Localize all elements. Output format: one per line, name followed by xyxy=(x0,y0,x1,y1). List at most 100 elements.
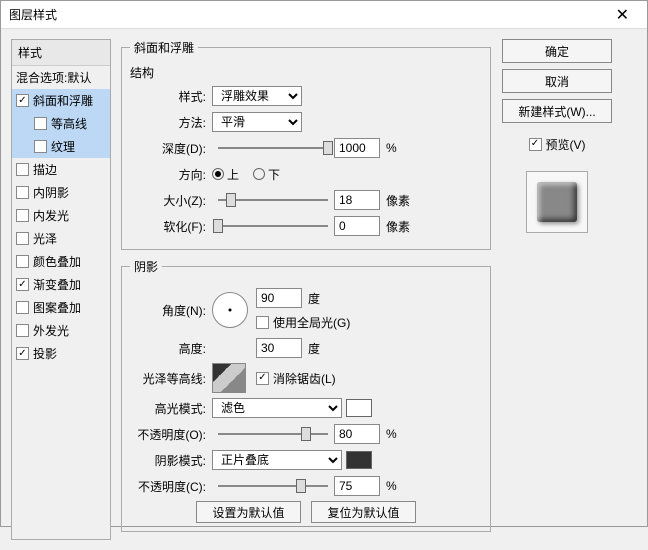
style-checkbox[interactable] xyxy=(16,94,29,107)
opacity2-slider[interactable] xyxy=(218,478,328,494)
ok-button[interactable]: 确定 xyxy=(502,39,612,63)
style-item-内发光[interactable]: 内发光 xyxy=(12,204,110,227)
depth-slider[interactable] xyxy=(218,140,328,156)
opacity2-unit: % xyxy=(386,479,397,493)
altitude-input[interactable] xyxy=(256,338,302,358)
style-checkbox[interactable] xyxy=(16,209,29,222)
styles-list: 样式 混合选项:默认 斜面和浮雕等高线纹理描边内阴影内发光光泽颜色叠加渐变叠加图… xyxy=(11,39,111,540)
dir-up-radio[interactable] xyxy=(212,168,224,180)
style-item-等高线[interactable]: 等高线 xyxy=(12,112,110,135)
depth-unit: % xyxy=(386,141,397,155)
blend-defaults-label: 混合选项:默认 xyxy=(16,69,91,86)
altitude-unit: 度 xyxy=(308,340,320,357)
antialias-checkbox[interactable] xyxy=(256,372,269,385)
bevel-group: 斜面和浮雕 结构 样式: 浮雕效果 方法: 平滑 深度(D): % 方向: 上 xyxy=(121,39,491,250)
depth-input[interactable] xyxy=(334,138,380,158)
size-unit: 像素 xyxy=(386,192,410,209)
shade-group: 阴影 角度(N): 度 使用全局光(G) 高度: xyxy=(121,258,491,532)
opacity1-input[interactable] xyxy=(334,424,380,444)
style-item-渐变叠加[interactable]: 渐变叠加 xyxy=(12,273,110,296)
style-item-图案叠加[interactable]: 图案叠加 xyxy=(12,296,110,319)
new-style-button[interactable]: 新建样式(W)... xyxy=(502,99,612,123)
opacity2-input[interactable] xyxy=(334,476,380,496)
preview-label: 预览(V) xyxy=(546,136,586,153)
highlight-mode-label: 高光模式: xyxy=(130,400,212,417)
style-item-label: 等高线 xyxy=(51,115,87,132)
opacity2-label: 不透明度(C): xyxy=(130,478,212,495)
preview-checkbox[interactable] xyxy=(529,138,542,151)
style-checkbox[interactable] xyxy=(16,278,29,291)
close-icon[interactable]: ✕ xyxy=(606,1,639,29)
shadow-color-swatch[interactable] xyxy=(346,451,372,469)
style-checkbox[interactable] xyxy=(16,324,29,337)
contour-picker[interactable] xyxy=(212,363,246,393)
style-item-label: 内阴影 xyxy=(33,184,69,201)
soften-unit: 像素 xyxy=(386,218,410,235)
angle-unit: 度 xyxy=(308,290,320,307)
style-checkbox[interactable] xyxy=(16,255,29,268)
angle-input[interactable] xyxy=(256,288,302,308)
window-title: 图层样式 xyxy=(9,6,57,23)
size-slider[interactable] xyxy=(218,192,328,208)
method-select[interactable]: 平滑 xyxy=(212,112,302,132)
main-panel: 斜面和浮雕 结构 样式: 浮雕效果 方法: 平滑 深度(D): % 方向: 上 xyxy=(121,39,491,540)
shade-legend: 阴影 xyxy=(130,258,162,275)
contour-label: 光泽等高线: xyxy=(130,370,212,387)
soften-input[interactable] xyxy=(334,216,380,236)
right-panel: 确定 取消 新建样式(W)... 预览(V) xyxy=(501,39,613,540)
style-checkbox[interactable] xyxy=(16,347,29,360)
style-item-内阴影[interactable]: 内阴影 xyxy=(12,181,110,204)
angle-dial[interactable] xyxy=(212,292,248,328)
style-item-label: 渐变叠加 xyxy=(33,276,81,293)
style-item-纹理[interactable]: 纹理 xyxy=(12,135,110,158)
shadow-mode-select[interactable]: 正片叠底 xyxy=(212,450,342,470)
style-checkbox[interactable] xyxy=(16,301,29,314)
style-item-描边[interactable]: 描边 xyxy=(12,158,110,181)
soften-slider[interactable] xyxy=(218,218,328,234)
altitude-label: 高度: xyxy=(130,340,212,357)
size-input[interactable] xyxy=(334,190,380,210)
style-checkbox[interactable] xyxy=(16,163,29,176)
bevel-preview-icon xyxy=(537,182,577,222)
bevel-legend: 斜面和浮雕 xyxy=(130,39,198,56)
global-light-label: 使用全局光(G) xyxy=(273,314,350,331)
style-item-颜色叠加[interactable]: 颜色叠加 xyxy=(12,250,110,273)
style-item-label: 图案叠加 xyxy=(33,299,81,316)
cancel-button[interactable]: 取消 xyxy=(502,69,612,93)
style-item-光泽[interactable]: 光泽 xyxy=(12,227,110,250)
highlight-mode-select[interactable]: 滤色 xyxy=(212,398,342,418)
style-checkbox[interactable] xyxy=(16,186,29,199)
style-item-label: 描边 xyxy=(33,161,57,178)
dir-down-label: 下 xyxy=(268,166,280,183)
blend-defaults-row[interactable]: 混合选项:默认 xyxy=(12,66,110,89)
dir-up-label: 上 xyxy=(227,166,239,183)
antialias-label: 消除锯齿(L) xyxy=(273,370,336,387)
preview-box xyxy=(526,171,588,233)
style-checkbox[interactable] xyxy=(34,117,47,130)
soften-label: 软化(F): xyxy=(130,218,212,235)
shadow-mode-label: 阴影模式: xyxy=(130,452,212,469)
structure-label: 结构 xyxy=(130,64,482,81)
style-item-外发光[interactable]: 外发光 xyxy=(12,319,110,342)
style-checkbox[interactable] xyxy=(34,140,47,153)
method-label: 方法: xyxy=(130,114,212,131)
reset-default-button[interactable]: 复位为默认值 xyxy=(311,501,416,523)
set-default-button[interactable]: 设置为默认值 xyxy=(196,501,301,523)
direction-label: 方向: xyxy=(130,166,212,183)
style-label: 样式: xyxy=(130,88,212,105)
style-item-投影[interactable]: 投影 xyxy=(12,342,110,365)
style-select[interactable]: 浮雕效果 xyxy=(212,86,302,106)
global-light-checkbox[interactable] xyxy=(256,316,269,329)
style-item-label: 颜色叠加 xyxy=(33,253,81,270)
depth-label: 深度(D): xyxy=(130,140,212,157)
style-item-label: 外发光 xyxy=(33,322,69,339)
size-label: 大小(Z): xyxy=(130,192,212,209)
style-item-label: 纹理 xyxy=(51,138,75,155)
dir-down-radio[interactable] xyxy=(253,168,265,180)
opacity1-slider[interactable] xyxy=(218,426,328,442)
opacity1-unit: % xyxy=(386,427,397,441)
angle-label: 角度(N): xyxy=(130,302,212,319)
style-item-斜面和浮雕[interactable]: 斜面和浮雕 xyxy=(12,89,110,112)
highlight-color-swatch[interactable] xyxy=(346,399,372,417)
style-checkbox[interactable] xyxy=(16,232,29,245)
